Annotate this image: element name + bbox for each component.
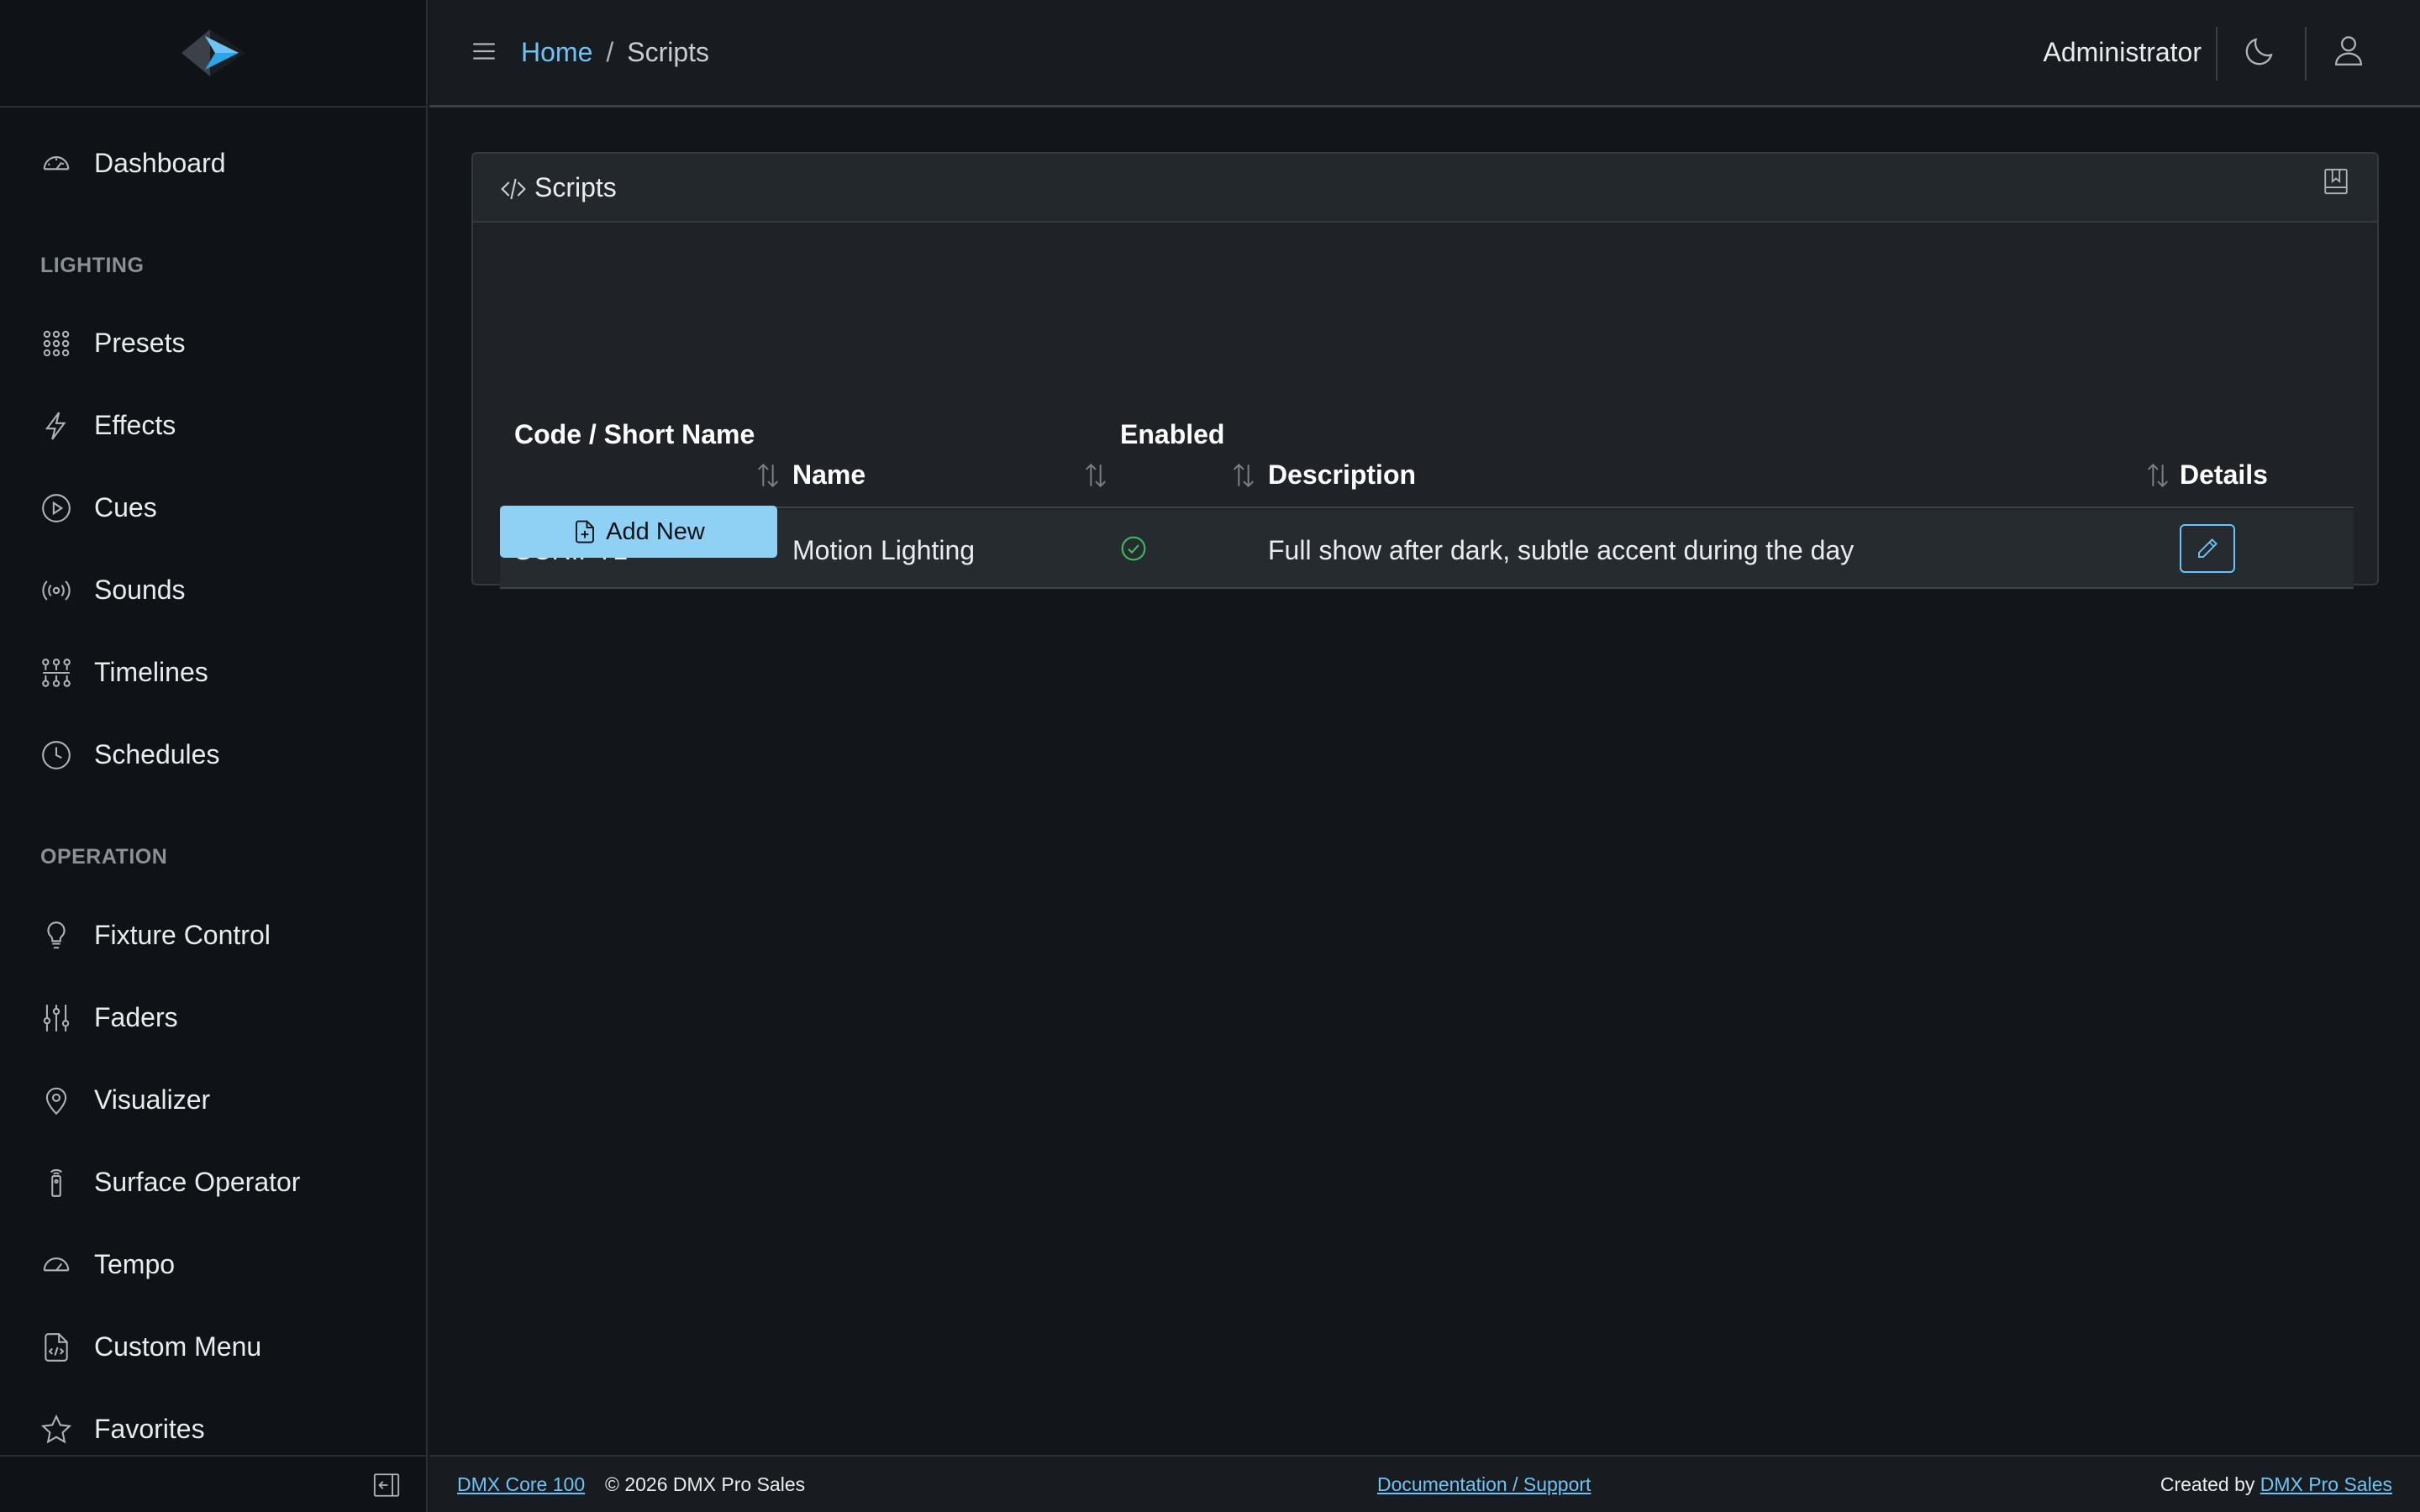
sidebar-item-label: Surface Operator — [94, 1166, 301, 1197]
scripts-card: Scripts Code / Short Name Name Enabled D… — [471, 152, 2379, 589]
sidebar-item-label: Effects — [94, 409, 176, 440]
sidebar-item-label: Sounds — [94, 574, 186, 605]
table-row[interactable]: SCRIPT1 Motion Lighting Full show after … — [500, 510, 2354, 589]
dmx-logo-icon[interactable] — [180, 26, 247, 80]
section-heading-operation: OPERATION — [40, 845, 168, 869]
sidebar-item-fixture-control[interactable]: Fixture Control — [0, 905, 426, 965]
sort-arrows-icon[interactable] — [1083, 461, 1108, 490]
bookmark-icon[interactable] — [2322, 167, 2350, 196]
sidebar-item-faders[interactable]: Faders — [0, 987, 426, 1047]
sidebar-item-timelines[interactable]: Timelines — [0, 642, 426, 702]
speedometer-icon — [40, 1249, 72, 1281]
dark-mode-toggle-icon[interactable] — [2242, 34, 2277, 69]
col-header-name[interactable]: Name — [792, 459, 865, 491]
credits: Created by DMX Pro Sales — [2160, 1473, 2392, 1496]
sidebar: Dashboard LIGHTING Presets Effects Cues — [0, 0, 428, 1512]
sidebar-item-presets[interactable]: Presets — [0, 312, 426, 373]
sidebar-item-label: Timelines — [94, 656, 208, 687]
col-header-description[interactable]: Description — [1268, 459, 1416, 491]
user-name[interactable]: Administrator — [2044, 37, 2202, 68]
sort-arrows-icon[interactable] — [755, 461, 781, 490]
breadcrumb-separator: / — [606, 37, 614, 67]
header-divider — [2305, 27, 2307, 81]
code-file-icon — [40, 1331, 72, 1363]
col-header-enabled[interactable]: Enabled — [1120, 419, 1224, 450]
table-header-divider — [500, 507, 2354, 508]
section-heading-lighting: LIGHTING — [40, 254, 145, 277]
sidebar-item-visualizer[interactable]: Visualizer — [0, 1069, 426, 1130]
sidebar-collapse — [0, 1455, 426, 1512]
documentation-link[interactable]: Documentation / Support — [1377, 1473, 1591, 1496]
play-circle-icon — [40, 492, 72, 524]
sliders-icon — [40, 1002, 72, 1034]
sidebar-item-label: Presets — [94, 327, 186, 358]
brand — [0, 0, 426, 108]
sidebar-item-label: Schedules — [94, 738, 220, 769]
enabled-check-icon — [1120, 535, 1147, 562]
add-new-label: Add New — [606, 517, 705, 545]
sort-arrows-icon[interactable] — [1231, 461, 1256, 490]
sidebar-item-label: Dashboard — [94, 147, 226, 178]
sidebar-item-tempo[interactable]: Tempo — [0, 1234, 426, 1294]
footer: DMX Core 100 © 2026 DMX Pro Sales Docume… — [429, 1455, 2420, 1512]
sidebar-item-label: Faders — [94, 1001, 178, 1032]
sidebar-item-label: Tempo — [94, 1248, 176, 1279]
top-header: Home / Scripts Administrator — [429, 0, 2420, 108]
collapse-sidebar-icon[interactable] — [372, 1471, 401, 1499]
user-profile-icon[interactable] — [2331, 34, 2366, 69]
clock-icon — [40, 739, 72, 771]
company-link[interactable]: DMX Pro Sales — [2260, 1473, 2392, 1495]
card-header: Scripts — [473, 154, 2377, 223]
sidebar-item-dashboard[interactable]: Dashboard — [0, 133, 426, 193]
code-icon — [500, 176, 527, 202]
cell-description: Full show after dark, subtle accent duri… — [1268, 535, 1854, 565]
broadcast-icon — [40, 575, 72, 606]
grid-dots-icon — [40, 328, 72, 360]
sidebar-item-favorites[interactable]: Favorites — [0, 1399, 426, 1459]
sidebar-item-label: Favorites — [94, 1413, 205, 1444]
copyright-text: © 2026 DMX Pro Sales — [605, 1473, 806, 1495]
sidebar-item-surface-operator[interactable]: Surface Operator — [0, 1152, 426, 1212]
lightning-icon — [40, 410, 72, 442]
sidebar-item-cues[interactable]: Cues — [0, 477, 426, 538]
col-header-details: Details — [2180, 459, 2268, 490]
speedometer-icon — [40, 148, 72, 180]
cell-name: Motion Lighting — [792, 535, 976, 565]
map-pin-icon — [40, 1084, 72, 1116]
breadcrumb: Home / Scripts — [521, 37, 709, 68]
lightbulb-icon — [40, 920, 72, 952]
col-header-code[interactable]: Code / Short Name — [514, 419, 755, 450]
breadcrumb-home-link[interactable]: Home — [521, 37, 592, 68]
sort-arrows-icon[interactable] — [2145, 461, 2170, 490]
sidebar-item-label: Custom Menu — [94, 1331, 262, 1362]
header-divider — [2216, 27, 2217, 81]
breadcrumb-current: Scripts — [627, 37, 710, 67]
sidebar-item-custom-menu[interactable]: Custom Menu — [0, 1316, 426, 1377]
sidebar-item-effects[interactable]: Effects — [0, 395, 426, 455]
star-icon — [40, 1414, 72, 1446]
edit-button[interactable] — [2180, 524, 2235, 573]
created-by-text: Created by — [2160, 1473, 2255, 1495]
add-new-button[interactable]: Add New — [500, 506, 777, 558]
card-title: Scripts — [534, 172, 617, 202]
sidebar-item-sounds[interactable]: Sounds — [0, 559, 426, 620]
pencil-icon — [2195, 536, 2220, 561]
sidebar-item-label: Cues — [94, 491, 157, 522]
product-link[interactable]: DMX Core 100 — [457, 1473, 585, 1496]
sidebar-item-label: Visualizer — [94, 1084, 211, 1115]
remote-icon — [40, 1167, 72, 1199]
timeline-icon — [40, 657, 72, 689]
sidebar-item-schedules[interactable]: Schedules — [0, 724, 426, 785]
file-plus-icon — [572, 519, 597, 544]
hamburger-menu-icon[interactable] — [470, 37, 498, 66]
sidebar-item-label: Fixture Control — [94, 919, 271, 950]
